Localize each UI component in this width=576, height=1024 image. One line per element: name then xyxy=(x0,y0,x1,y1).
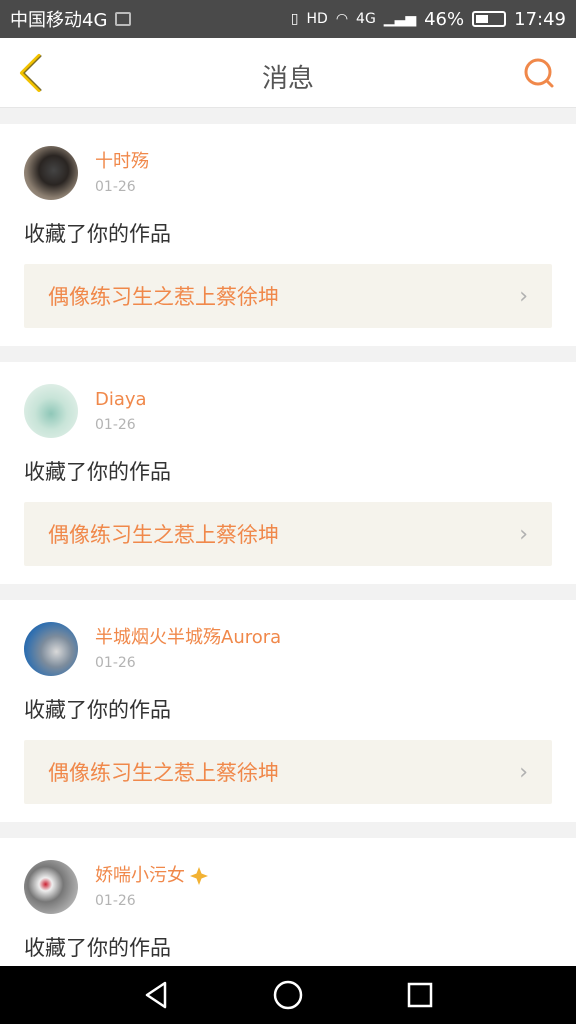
carrier-label: 中国移动4G xyxy=(10,10,108,31)
username-link[interactable]: Diaya xyxy=(95,389,147,411)
nav-home-icon xyxy=(273,980,303,1010)
battery-percent: 46% xyxy=(424,8,465,30)
message-card: Diaya 01-26 收藏了你的作品 偶像练习生之惹上蔡徐坤 › xyxy=(0,362,576,584)
avatar[interactable] xyxy=(24,384,78,438)
work-title: 偶像练习生之惹上蔡徐坤 xyxy=(48,523,279,547)
wifi-icon: ◠ xyxy=(335,11,349,27)
header: 消息 xyxy=(0,38,576,108)
work-title: 偶像练习生之惹上蔡徐坤 xyxy=(48,761,279,785)
nav-recents-icon xyxy=(407,982,433,1008)
work-link[interactable]: 偶像练习生之惹上蔡徐坤 › xyxy=(24,740,552,804)
message-date: 01-26 xyxy=(95,655,136,671)
username-text: 娇喘小污女 xyxy=(95,865,185,886)
nav-back-button[interactable] xyxy=(136,975,176,1015)
status-bar: 中国移动4G ▯ HD ◠ 4G ▁▃▅ 46% 17:49 xyxy=(0,0,576,38)
battery-icon xyxy=(472,11,507,27)
message-action-text: 收藏了你的作品 xyxy=(24,222,171,246)
avatar[interactable] xyxy=(24,622,78,676)
message-action-text: 收藏了你的作品 xyxy=(24,460,171,484)
message-card: 娇喘小污女 01-26 收藏了你的作品 xyxy=(0,838,576,980)
username-link[interactable]: 十时殇 xyxy=(95,151,149,173)
work-link[interactable]: 偶像练习生之惹上蔡徐坤 › xyxy=(24,502,552,566)
clock: 17:49 xyxy=(514,8,566,30)
work-title: 偶像练习生之惹上蔡徐坤 xyxy=(48,285,279,309)
hd-icon: HD xyxy=(306,11,328,27)
signal-icon: ▁▃▅ xyxy=(383,11,417,27)
message-date: 01-26 xyxy=(95,417,136,433)
username-link[interactable]: 娇喘小污女 xyxy=(95,865,209,887)
message-card: 半城烟火半城殇Aurora 01-26 收藏了你的作品 偶像练习生之惹上蔡徐坤 … xyxy=(0,600,576,822)
sparkle-icon xyxy=(190,867,208,885)
username-link[interactable]: 半城烟火半城殇Aurora xyxy=(95,627,281,649)
message-date: 01-26 xyxy=(95,179,136,195)
vibrate-icon: ▯ xyxy=(290,11,299,27)
notification-image-icon xyxy=(115,12,132,26)
search-button[interactable] xyxy=(522,56,556,90)
message-list: 十时殇 01-26 收藏了你的作品 偶像练习生之惹上蔡徐坤 › Diaya 01… xyxy=(0,124,576,996)
network-type-label: 4G xyxy=(356,11,376,27)
avatar[interactable] xyxy=(24,860,78,914)
nav-back-icon xyxy=(145,981,167,1009)
message-date: 01-26 xyxy=(95,893,136,909)
nav-home-button[interactable] xyxy=(268,975,308,1015)
system-nav-bar xyxy=(0,966,576,1024)
page-title: 消息 xyxy=(261,64,314,94)
search-icon xyxy=(524,58,554,88)
message-action-text: 收藏了你的作品 xyxy=(24,698,171,722)
message-action-text: 收藏了你的作品 xyxy=(24,936,171,960)
chevron-right-icon: › xyxy=(519,283,528,309)
avatar[interactable] xyxy=(24,146,78,200)
message-card: 十时殇 01-26 收藏了你的作品 偶像练习生之惹上蔡徐坤 › xyxy=(0,124,576,346)
chevron-right-icon: › xyxy=(519,521,528,547)
nav-recents-button[interactable] xyxy=(400,975,440,1015)
work-link[interactable]: 偶像练习生之惹上蔡徐坤 › xyxy=(24,264,552,328)
chevron-right-icon: › xyxy=(519,759,528,785)
